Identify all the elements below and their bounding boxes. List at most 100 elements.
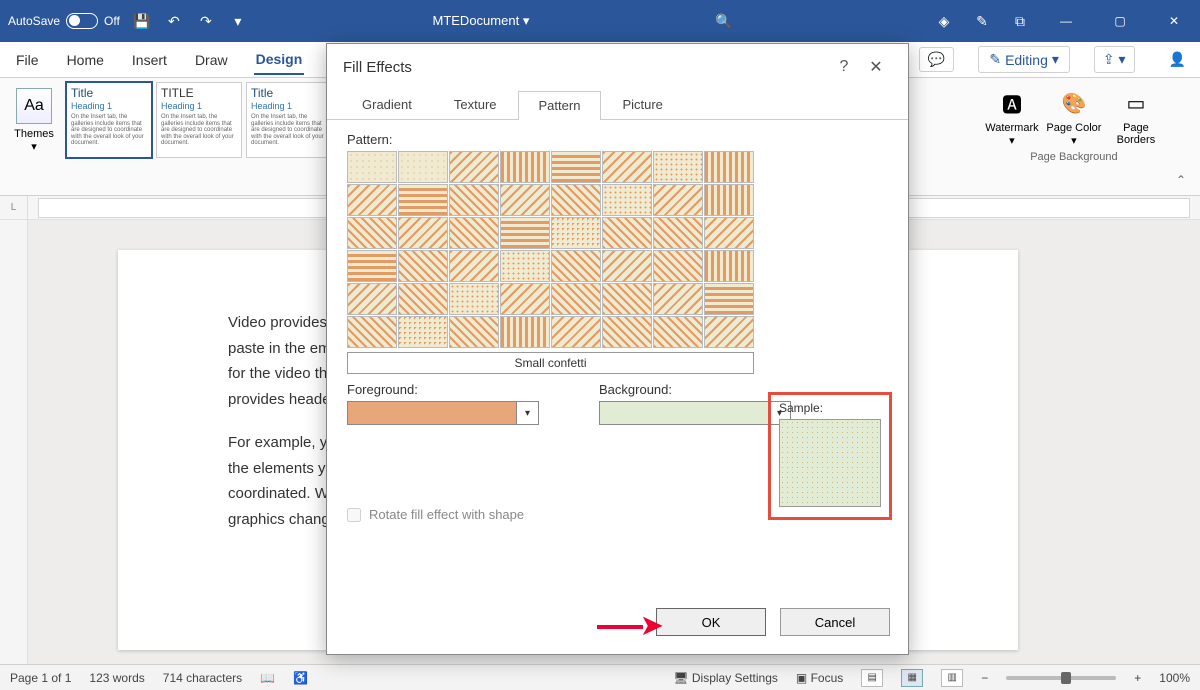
zoom-in-button[interactable]: + (1134, 671, 1141, 685)
pattern-swatch[interactable] (653, 316, 703, 348)
char-count[interactable]: 714 characters (163, 671, 242, 685)
pattern-swatch[interactable] (398, 217, 448, 249)
page-count[interactable]: Page 1 of 1 (10, 671, 71, 685)
background-select[interactable]: ▾ (599, 401, 791, 425)
brush-icon[interactable]: ✎ (972, 11, 992, 31)
dialog-help-button[interactable]: ? (828, 58, 860, 76)
tab-pattern[interactable]: Pattern (518, 91, 602, 120)
tab-texture[interactable]: Texture (433, 90, 518, 119)
pattern-swatch[interactable] (449, 283, 499, 315)
undo-icon[interactable]: ↶ (164, 11, 184, 31)
style-card-2[interactable]: TITLE Heading 1 On the Insert tab, the g… (156, 82, 242, 158)
proofing-icon[interactable]: 📖 (260, 671, 275, 685)
dialog-title-bar[interactable]: Fill Effects ? ✕ (327, 44, 908, 90)
pattern-swatch[interactable] (704, 151, 754, 183)
comments-button[interactable]: 💬 (919, 47, 954, 72)
pattern-swatch[interactable] (449, 217, 499, 249)
ok-button[interactable]: OK (656, 608, 766, 636)
pattern-swatch[interactable] (398, 184, 448, 216)
tab-file[interactable]: File (14, 46, 41, 74)
style-card-1[interactable]: Title Heading 1 On the Insert tab, the g… (66, 82, 152, 158)
pattern-swatch[interactable] (398, 316, 448, 348)
pattern-swatch[interactable] (551, 217, 601, 249)
redo-icon[interactable]: ↷ (196, 11, 216, 31)
pattern-swatch[interactable] (398, 283, 448, 315)
cancel-button[interactable]: Cancel (780, 608, 890, 636)
pattern-swatch[interactable] (704, 217, 754, 249)
pattern-swatch[interactable] (551, 250, 601, 282)
pattern-swatch[interactable] (551, 184, 601, 216)
pattern-swatch[interactable] (398, 250, 448, 282)
pattern-swatch[interactable] (602, 184, 652, 216)
pattern-swatch[interactable] (500, 250, 550, 282)
pattern-swatch[interactable] (500, 151, 550, 183)
editing-mode-button[interactable]: ✎ Editing ▾ (978, 46, 1070, 73)
zoom-out-button[interactable]: − (981, 671, 988, 685)
tab-draw[interactable]: Draw (193, 46, 230, 74)
dialog-close-button[interactable]: ✕ (860, 57, 892, 77)
pattern-swatch[interactable] (704, 184, 754, 216)
doc-dropdown-icon[interactable]: ▾ (523, 13, 530, 28)
pattern-swatch[interactable] (704, 316, 754, 348)
pattern-swatch[interactable] (500, 283, 550, 315)
qat-dropdown-icon[interactable]: ▾ (228, 11, 248, 31)
save-icon[interactable]: 💾 (132, 11, 152, 31)
zoom-level[interactable]: 100% (1159, 671, 1190, 685)
ruler-corner[interactable]: L (0, 196, 28, 220)
pattern-swatch[interactable] (653, 184, 703, 216)
pattern-swatch[interactable] (500, 316, 550, 348)
pattern-swatch[interactable] (602, 151, 652, 183)
pattern-swatch[interactable] (551, 316, 601, 348)
style-card-3[interactable]: Title Heading 1 On the Insert tab, the g… (246, 82, 332, 158)
pattern-swatch[interactable] (602, 283, 652, 315)
pattern-swatch[interactable] (449, 250, 499, 282)
pattern-swatch[interactable] (653, 151, 703, 183)
pattern-swatch[interactable] (500, 184, 550, 216)
chevron-down-icon[interactable]: ▾ (517, 401, 539, 425)
read-mode-button[interactable]: ▤ (861, 669, 883, 687)
display-settings[interactable]: 🖥 Display Settings (673, 671, 778, 685)
tab-design[interactable]: Design (254, 45, 305, 75)
page-borders-button[interactable]: ▭Page Borders (1108, 82, 1164, 147)
pattern-swatch[interactable] (551, 151, 601, 183)
accessibility-icon[interactable]: ♿ (293, 671, 308, 685)
page-color-button[interactable]: 🎨Page Color ▾ (1046, 82, 1102, 147)
tab-home[interactable]: Home (65, 46, 106, 74)
account-icon[interactable]: 👤 (1169, 51, 1186, 68)
pattern-swatch[interactable] (653, 217, 703, 249)
toggle-off-icon[interactable] (66, 13, 98, 29)
pattern-swatch[interactable] (449, 316, 499, 348)
word-count[interactable]: 123 words (89, 671, 144, 685)
autosave-toggle[interactable]: AutoSave Off (8, 13, 120, 29)
pattern-swatch[interactable] (602, 250, 652, 282)
watermark-button[interactable]: 🅰Watermark▾ (984, 82, 1040, 147)
pattern-swatch[interactable] (347, 217, 397, 249)
pattern-swatch[interactable] (347, 184, 397, 216)
tab-insert[interactable]: Insert (130, 46, 169, 74)
tab-picture[interactable]: Picture (601, 90, 683, 119)
pattern-swatch[interactable] (347, 316, 397, 348)
pattern-swatch[interactable] (602, 217, 652, 249)
pattern-swatch[interactable] (653, 283, 703, 315)
pattern-swatch[interactable] (347, 250, 397, 282)
pattern-swatch[interactable] (704, 283, 754, 315)
close-button[interactable]: ✕ (1156, 7, 1192, 35)
share-button[interactable]: ⇪ ▾ (1094, 46, 1135, 73)
window-pop-icon[interactable]: ⧉ (1010, 11, 1030, 31)
search-icon[interactable]: 🔍 (714, 11, 734, 31)
foreground-select[interactable]: ▾ (347, 401, 539, 425)
tab-gradient[interactable]: Gradient (341, 90, 433, 119)
focus-mode[interactable]: ▣ Focus (796, 671, 843, 685)
zoom-slider[interactable] (1006, 676, 1116, 680)
maximize-button[interactable]: ▢ (1102, 7, 1138, 35)
pattern-swatch[interactable] (653, 250, 703, 282)
vertical-ruler[interactable] (0, 220, 28, 664)
web-layout-button[interactable]: ▥ (941, 669, 963, 687)
style-gallery[interactable]: Title Heading 1 On the Insert tab, the g… (66, 82, 332, 191)
pattern-swatch[interactable] (602, 316, 652, 348)
document-title[interactable]: MTEDocument (432, 13, 519, 28)
print-layout-button[interactable]: ▦ (901, 669, 923, 687)
pattern-swatch[interactable] (551, 283, 601, 315)
diamond-icon[interactable]: ◈ (934, 11, 954, 31)
themes-button[interactable]: Aa Themes▾ (10, 82, 58, 191)
